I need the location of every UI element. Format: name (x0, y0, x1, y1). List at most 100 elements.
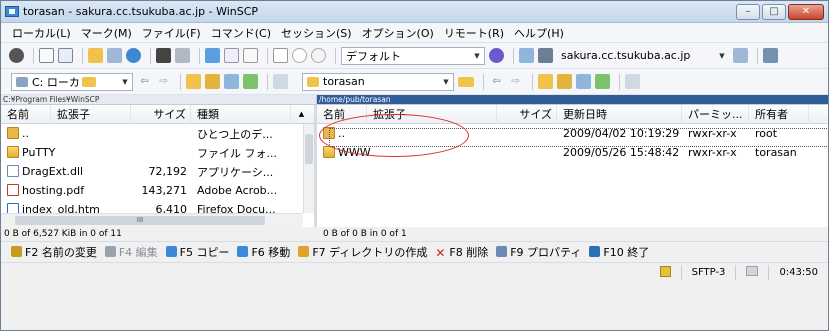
vertical-scrollbar[interactable] (303, 124, 314, 213)
forward-icon[interactable]: ⇨ (156, 74, 171, 89)
rename-label: F2 名前の変更 (25, 246, 97, 259)
col-owner[interactable]: 所有者 (749, 105, 809, 124)
table-row[interactable]: .. ひとつ上のデ... (1, 124, 314, 143)
chevron-down-icon[interactable]: ▼ (118, 74, 132, 90)
edit-button[interactable]: F4 編集 (104, 244, 158, 260)
menu-bar: ローカル(L) マーク(M) ファイル(F) コマンド(C) セッション(S) … (1, 23, 828, 43)
refresh-icon[interactable] (595, 74, 610, 89)
parent-dir-icon[interactable] (538, 74, 553, 89)
col-size[interactable]: サイズ (131, 105, 191, 124)
invert-icon[interactable] (311, 48, 326, 63)
pdf-file-icon (7, 184, 19, 196)
folder-icon (307, 76, 319, 87)
commander-view-icon[interactable] (58, 48, 73, 63)
local-pane[interactable]: 名前 拡張子 サイズ 種類 ▲ .. ひとつ上のデ... PuTTY ファイル … (1, 105, 317, 227)
new-session-icon[interactable] (489, 48, 504, 63)
create-directory-button[interactable]: F7 ディレクトリの作成 (298, 244, 427, 260)
queue-icon[interactable] (205, 48, 220, 63)
remote-pane[interactable]: 名前 拡張子 サイズ 更新日時 パーミッ... 所有者 .. 2009/04/0… (317, 105, 828, 227)
col-permissions[interactable]: パーミッ... (682, 105, 749, 124)
open-folder-icon[interactable] (458, 76, 474, 87)
title-bar[interactable]: torasan - sakura.cc.tsukuba.ac.jp - WinS… (1, 1, 828, 23)
parent-dir-icon[interactable] (186, 74, 201, 89)
properties-button[interactable]: F9 プロパティ (496, 244, 581, 260)
local-drive-select[interactable]: C: ローカ ▼ (11, 72, 133, 91)
preferences-icon[interactable] (763, 48, 778, 63)
expand-icon[interactable] (224, 48, 239, 63)
toolbar-separator (513, 47, 514, 64)
find-icon[interactable] (273, 74, 288, 89)
table-row[interactable]: DragExt.dll 72,192 アプリケーシ... (1, 162, 314, 181)
back-icon[interactable]: ⇦ (489, 74, 504, 89)
session-icon[interactable] (538, 48, 553, 63)
minimize-button[interactable]: – (736, 4, 760, 20)
col-modified[interactable]: 更新日時 (557, 105, 682, 124)
session-host-select[interactable]: sakura.cc.tsukuba.ac.jp ▼ (557, 47, 729, 65)
sync-icon[interactable] (107, 48, 122, 63)
menu-command[interactable]: コマンド(C) (206, 25, 276, 41)
delete-icon: ✕ (435, 246, 446, 260)
chevron-down-icon[interactable]: ▼ (439, 74, 453, 90)
transfer-queue-icon[interactable] (735, 265, 768, 280)
root-dir-icon[interactable] (205, 74, 220, 89)
quit-button[interactable]: F10 終了 (589, 244, 649, 260)
compare-icon[interactable] (88, 48, 103, 63)
local-path: C:¥Program Files¥WinSCP (1, 95, 317, 104)
close-button[interactable]: ✕ (788, 4, 824, 20)
root-dir-icon[interactable] (557, 74, 572, 89)
horizontal-scrollbar[interactable]: III (1, 213, 303, 227)
home-icon[interactable] (576, 74, 591, 89)
new-folder-icon (298, 246, 310, 257)
disconnect-icon[interactable] (733, 48, 748, 63)
col-size[interactable]: サイズ (497, 105, 557, 124)
menu-session[interactable]: セッション(S) (276, 25, 357, 41)
gear-icon[interactable] (9, 48, 24, 63)
remote-selection-status: 0 B of 0 B in 0 of 1 (323, 229, 407, 239)
col-name[interactable]: 名前 (1, 105, 51, 124)
winscp-app-icon[interactable] (5, 6, 19, 17)
col-ext[interactable]: 拡張子 (51, 105, 131, 124)
copy-button[interactable]: F5 コピー (165, 244, 229, 260)
forward-icon[interactable]: ⇨ (508, 74, 523, 89)
explorer-view-icon[interactable] (39, 48, 54, 63)
path-bar: C:¥Program Files¥WinSCP /home/pub/torasa… (1, 95, 828, 105)
transfer-preset-select[interactable]: デフォルト ▼ (341, 46, 485, 65)
unselect-icon[interactable] (292, 48, 307, 63)
refresh-icon[interactable] (243, 74, 258, 89)
refresh-icon[interactable] (126, 48, 141, 63)
chevron-down-icon[interactable]: ▼ (470, 48, 484, 64)
table-row[interactable]: PuTTY ファイル フォ... (1, 143, 314, 162)
home-icon[interactable] (224, 74, 239, 89)
menu-help[interactable]: ヘルプ(H) (509, 25, 569, 41)
menu-mark[interactable]: マーク(M) (76, 25, 137, 41)
properties-icon (496, 246, 508, 257)
col-type[interactable]: 種類 (191, 105, 291, 124)
delete-button[interactable]: ✕ F8 削除 (435, 244, 488, 260)
path-toolbar: C: ローカ ▼ ⇦ ⇨ torasan ▼ ⇦ ⇨ (1, 69, 828, 95)
scroll-thumb[interactable]: III (15, 216, 265, 225)
collapse-icon[interactable] (243, 48, 258, 63)
console-icon[interactable] (156, 48, 171, 63)
putty-icon[interactable] (175, 48, 190, 63)
chevron-down-icon[interactable]: ▼ (715, 48, 729, 64)
remote-dir-select[interactable]: torasan ▼ (302, 72, 454, 91)
maximize-button[interactable]: □ (762, 4, 786, 20)
site-icon[interactable] (519, 48, 534, 63)
menu-file[interactable]: ファイル(F) (137, 25, 206, 41)
menu-local[interactable]: ローカル(L) (7, 25, 76, 41)
table-row[interactable]: hosting.pdf 143,271 Adobe Acrob... (1, 181, 314, 200)
find-icon[interactable] (625, 74, 640, 89)
back-icon[interactable]: ⇦ (137, 74, 152, 89)
menu-options[interactable]: オプション(O) (357, 25, 439, 41)
menu-remote[interactable]: リモート(R) (439, 25, 509, 41)
select-icon[interactable] (273, 48, 288, 63)
move-button[interactable]: F6 移動 (237, 244, 290, 260)
remote-dir-value: torasan (323, 75, 365, 88)
rename-button[interactable]: F2 名前の変更 (11, 244, 97, 260)
local-column-headers: 名前 拡張子 サイズ 種類 ▲ (1, 105, 314, 124)
file-size: 72,192 (148, 165, 188, 178)
quit-icon (589, 246, 601, 257)
status-bar: SFTP-3 0:43:50 (1, 263, 828, 282)
scroll-thumb[interactable] (305, 134, 313, 164)
toolbar-separator (150, 47, 151, 64)
